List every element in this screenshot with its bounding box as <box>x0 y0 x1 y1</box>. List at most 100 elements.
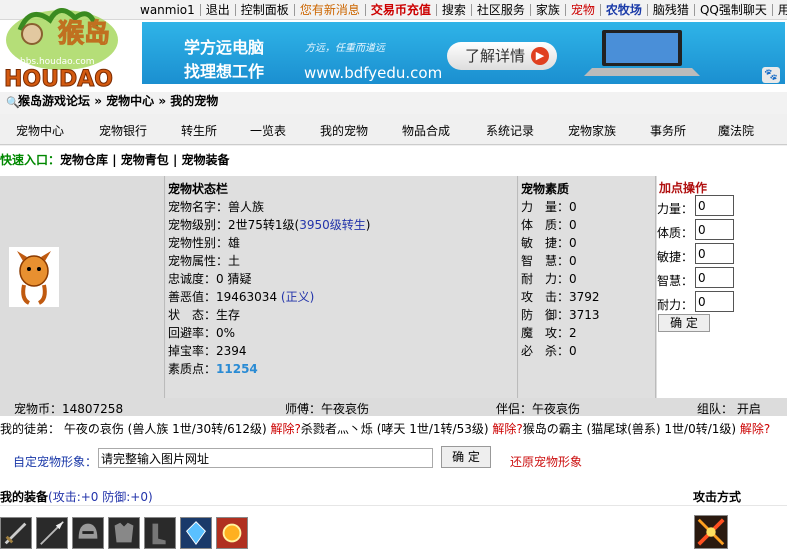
dismiss-apprentice-3[interactable]: 解除? <box>740 422 770 436</box>
breadcrumb-my-pet[interactable]: 我的宠物 <box>170 94 218 108</box>
attr-label: 耐 力 <box>521 272 558 286</box>
nav-pet-bank[interactable]: 宠物银行 <box>99 122 147 139</box>
ad-banner[interactable]: 学方远电脑 找理想工作 方远，任重而道远 www.bdfyedu.com 了解详… <box>142 22 785 84</box>
banner-details-button[interactable]: 了解详情 ▶ <box>447 42 557 70</box>
armor-icon[interactable] <box>108 517 140 549</box>
attr-row: 必 杀：0 <box>521 344 577 358</box>
karma-link[interactable]: (正义) <box>281 290 314 304</box>
banner-url: www.bdfyedu.com <box>304 64 443 82</box>
attr-row: 智 慧：0 <box>521 254 577 268</box>
quick-link-bag[interactable]: 宠物青包 <box>121 153 169 167</box>
attr-value: 0 <box>569 218 577 232</box>
field-label-wisdom: 智慧： <box>657 274 694 288</box>
qq-chat-link[interactable]: QQ强制聊天 <box>695 3 773 16</box>
pet-image-cell <box>0 176 165 398</box>
banner-headline-1: 学方远电脑 <box>184 38 265 57</box>
nav-magic-academy[interactable]: 魔法院 <box>718 122 754 139</box>
nav-pet-family[interactable]: 宠物家族 <box>568 122 616 139</box>
logout-link[interactable]: 退出 <box>201 3 236 16</box>
nav-synthesis[interactable]: 物品合成 <box>402 122 450 139</box>
sword-icon[interactable] <box>0 517 32 549</box>
attr-label: 力 量 <box>521 200 558 214</box>
attr-label: 体 质 <box>521 218 558 232</box>
pet-info-row: 宠物币：14807258 师傅：午夜哀伤 伴侣：午夜哀伤 组队： 开启 <box>0 398 787 416</box>
custom-image-row: 自定宠物形象： 确 定 还原宠物形象 <box>0 446 787 474</box>
apprentices-label: 我的徒弟： <box>0 422 61 436</box>
breadcrumb-pet-center[interactable]: 宠物中心 <box>106 94 154 108</box>
points-label: 素质点： <box>168 362 217 376</box>
pet-master[interactable]: 师傅：午夜哀伤 <box>285 400 369 417</box>
pet-level: 宠物级别：2世75转1级(3950级转生) <box>168 216 370 233</box>
agility-input[interactable] <box>695 243 734 264</box>
attr-label: 必 杀 <box>521 344 558 358</box>
nav-office[interactable]: 事务所 <box>650 122 686 139</box>
quick-sep: | <box>168 153 182 167</box>
pet-points: 素质点：11254 <box>168 360 258 377</box>
endurance-input[interactable] <box>695 291 734 312</box>
breadcrumb-forum[interactable]: 猴岛游戏论坛 <box>18 94 90 108</box>
pet-level-text: 宠物级别：2世75转1级( <box>168 218 300 232</box>
recharge-link[interactable]: 交易币充值 <box>366 3 437 16</box>
field-label-strength: 力量： <box>657 202 694 216</box>
rebirth-link[interactable]: 3950级转生 <box>299 218 366 232</box>
nav-pet-center[interactable]: 宠物中心 <box>16 122 64 139</box>
strength-input[interactable] <box>695 195 734 216</box>
attr-label: 攻 击 <box>521 290 558 304</box>
quick-entry-label: 快速入口： <box>0 153 61 167</box>
spear-icon[interactable] <box>36 517 68 549</box>
nav-rebirth[interactable]: 转生所 <box>181 122 217 139</box>
helmet-icon[interactable] <box>72 517 104 549</box>
constitution-input[interactable] <box>695 219 734 240</box>
svg-text:猴岛: 猴岛 <box>58 18 110 49</box>
laptop-icon <box>584 30 700 76</box>
user-center-link[interactable]: 用户中心 <box>773 4 787 16</box>
wisdom-input[interactable] <box>695 267 734 288</box>
monkey-island-logo: 猴岛 bbs.houdao.com HOUDAO <box>4 8 118 92</box>
field-label-constitution: 体质： <box>657 226 694 240</box>
attr-value: 2 <box>569 326 577 340</box>
attr-row: 耐 力：0 <box>521 272 577 286</box>
attr-value: 3713 <box>569 308 600 322</box>
svg-text:bbs.houdao.com: bbs.houdao.com <box>20 57 95 67</box>
gem-icon[interactable] <box>180 517 212 549</box>
pet-name: 宠物名字：兽人族 <box>168 200 265 214</box>
pet-element: 宠物属性：土 <box>168 254 241 268</box>
pet-partner[interactable]: 伴侣：午夜哀伤 <box>496 400 580 417</box>
restore-image-link[interactable]: 还原宠物形象 <box>510 453 582 470</box>
quick-link-equipment[interactable]: 宠物装备 <box>182 153 230 167</box>
farm-link[interactable]: 农牧场 <box>601 3 648 16</box>
apprentice-2: 杀戮者灬丶烁 (哮天 1世/1转/53级) <box>300 422 493 436</box>
pet-link[interactable]: 宠物 <box>566 3 601 16</box>
community-link[interactable]: 社区服务 <box>472 3 531 16</box>
search-link[interactable]: 搜索 <box>437 3 472 16</box>
team-status[interactable]: 组队： 开启 <box>697 400 761 417</box>
points-value: 11254 <box>216 362 258 376</box>
quick-link-warehouse[interactable]: 宠物仓库 <box>60 153 108 167</box>
banner-headline-2: 找理想工作 <box>184 62 265 81</box>
new-message-link[interactable]: 您有新消息 <box>295 3 366 16</box>
pet-status-panel: 宠物状态栏 宠物名字：兽人族 宠物级别：2世75转1级(3950级转生) 宠物性… <box>166 176 518 398</box>
nav-my-pet[interactable]: 我的宠物 <box>320 122 368 139</box>
attr-row: 力 量：0 <box>521 200 577 214</box>
paw-icon[interactable]: 🐾 <box>762 67 780 83</box>
nav-overview[interactable]: 一览表 <box>250 122 286 139</box>
family-link[interactable]: 家族 <box>531 3 566 16</box>
breadcrumb-sep: » <box>90 94 107 108</box>
brain-link[interactable]: 脑残猎 <box>648 3 695 16</box>
equipment-stats: (攻击:+0 防御:+0) <box>48 490 153 504</box>
attr-label: 敏 捷 <box>521 236 558 250</box>
attributes-title: 宠物素质 <box>521 182 570 196</box>
add-points-confirm-button[interactable]: 确 定 <box>658 314 710 332</box>
pet-level-suffix: ) <box>365 218 371 232</box>
karma-text: 善恶值：19463034 <box>168 290 281 304</box>
site-logo[interactable]: 猴岛 bbs.houdao.com HOUDAO <box>0 0 140 92</box>
dismiss-apprentice-1[interactable]: 解除? <box>271 422 301 436</box>
image-url-input[interactable] <box>98 448 433 468</box>
nav-system-log[interactable]: 系统记录 <box>486 122 534 139</box>
attack-mode-icon[interactable] <box>694 515 728 549</box>
amulet-icon[interactable] <box>216 517 248 549</box>
boots-icon[interactable] <box>144 517 176 549</box>
dismiss-apprentice-2[interactable]: 解除? <box>492 422 522 436</box>
control-panel-link[interactable]: 控制面板 <box>236 3 295 16</box>
custom-image-confirm-button[interactable]: 确 定 <box>441 446 491 468</box>
